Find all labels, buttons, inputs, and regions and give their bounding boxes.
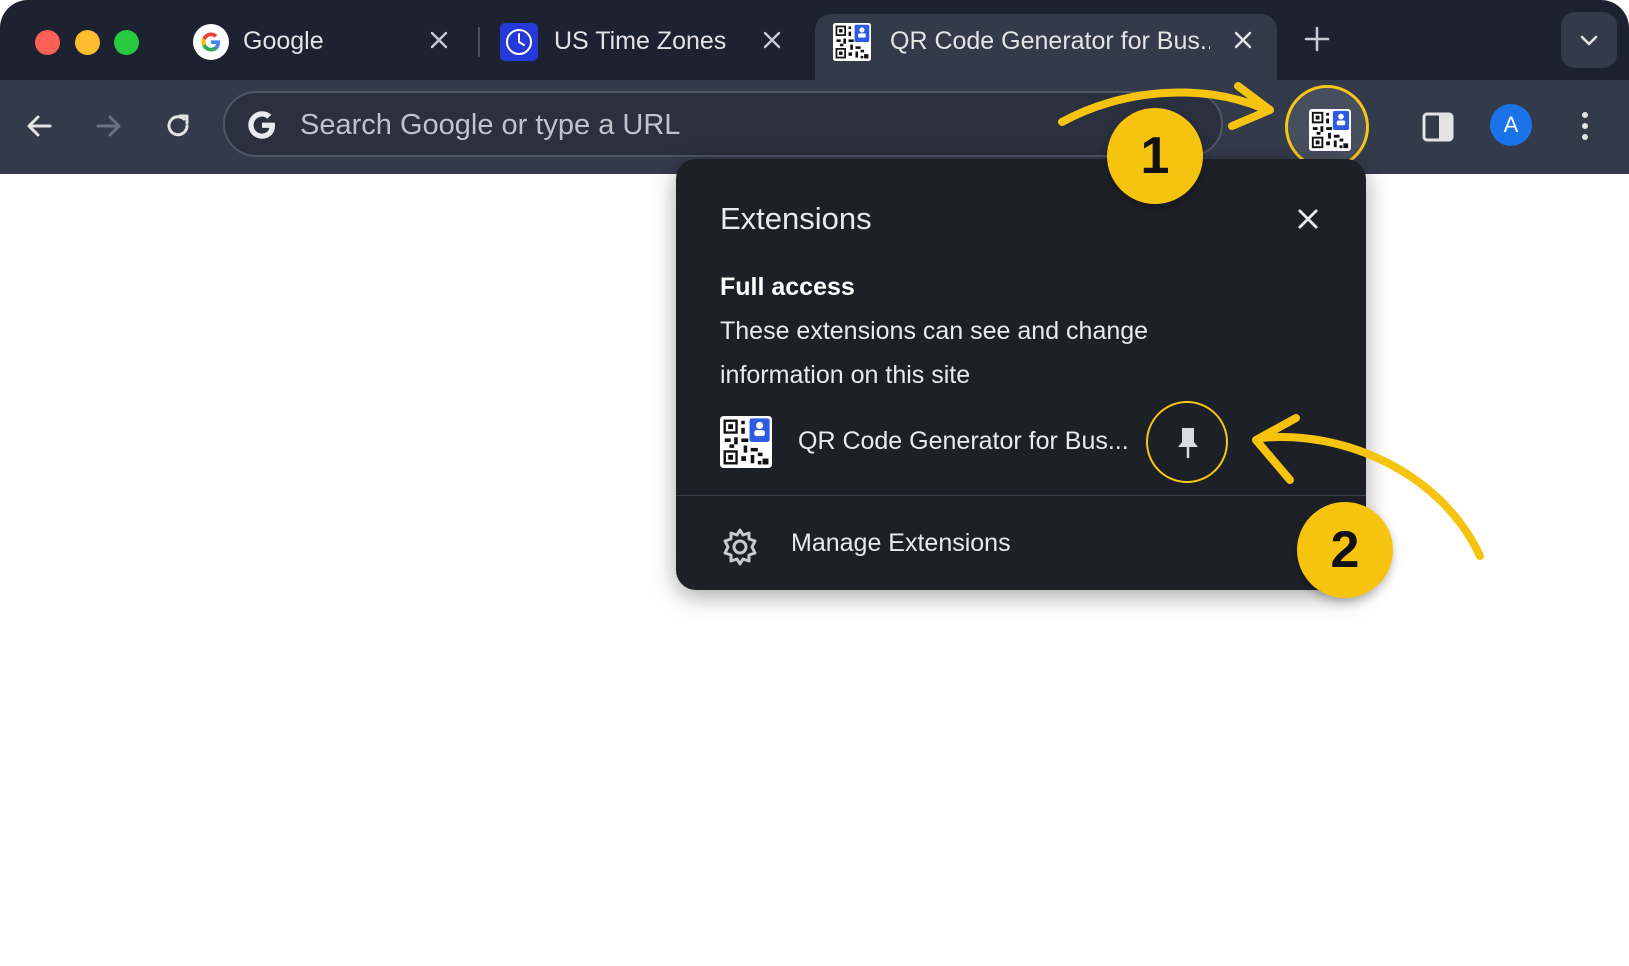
step-1-badge: 1	[1107, 108, 1203, 204]
more-menu-icon[interactable]	[1570, 108, 1600, 144]
tab-us-time-zones[interactable]: US Time Zones	[492, 14, 797, 80]
close-icon[interactable]	[1294, 205, 1322, 233]
tab-separator	[478, 27, 480, 57]
clock-icon	[500, 23, 538, 61]
avatar[interactable]: A	[1490, 104, 1532, 146]
window-close-button[interactable]	[35, 30, 60, 55]
tab-label: QR Code Generator for Bus..	[890, 27, 1210, 55]
step-2-badge: 2	[1297, 502, 1393, 598]
extensions-button[interactable]	[1285, 85, 1369, 169]
omnibox-placeholder: Search Google or type a URL	[300, 109, 681, 141]
omnibox[interactable]: Search Google or type a URL	[223, 91, 1223, 157]
chevron-down-icon	[1580, 35, 1598, 46]
manage-extensions-link[interactable]: Manage Extensions	[791, 529, 1011, 558]
close-icon[interactable]	[1231, 28, 1255, 52]
google-g-icon	[248, 111, 275, 139]
side-panel-icon[interactable]	[1421, 110, 1455, 144]
pin-extension-button[interactable]	[1146, 401, 1228, 483]
tab-label: Google	[243, 27, 324, 55]
gear-icon[interactable]	[720, 527, 760, 567]
tab-search-button[interactable]	[1561, 12, 1617, 68]
close-icon[interactable]	[427, 28, 451, 52]
section-description: These extensions can see and change info…	[720, 317, 1149, 389]
popup-title: Extensions	[720, 201, 872, 236]
browser-window: Google US Time Zones QR Code Generator f…	[0, 0, 1629, 966]
forward-arrow-icon[interactable]	[90, 108, 126, 144]
section-title: Full access	[720, 273, 855, 301]
qr-code-icon	[1309, 109, 1351, 151]
pin-icon	[1178, 428, 1198, 459]
window-minimize-button[interactable]	[75, 30, 100, 55]
tab-label: US Time Zones	[554, 27, 727, 55]
qr-code-icon	[833, 23, 871, 61]
divider	[676, 495, 1366, 496]
extensions-popup: Extensions Full access These extensions …	[676, 159, 1366, 590]
reload-icon[interactable]	[160, 108, 196, 144]
tab-google[interactable]: Google	[175, 14, 465, 80]
close-icon[interactable]	[760, 28, 784, 52]
tab-qr-code-generator[interactable]: QR Code Generator for Bus..	[815, 14, 1277, 80]
new-tab-plus-icon[interactable]	[1302, 24, 1332, 54]
back-arrow-icon[interactable]	[22, 108, 58, 144]
google-g-icon	[193, 24, 229, 60]
extension-name[interactable]: QR Code Generator for Bus...	[798, 427, 1128, 456]
window-zoom-button[interactable]	[114, 30, 139, 55]
qr-code-icon	[720, 416, 772, 468]
tab-strip: Google US Time Zones QR Code Generator f…	[0, 0, 1629, 80]
